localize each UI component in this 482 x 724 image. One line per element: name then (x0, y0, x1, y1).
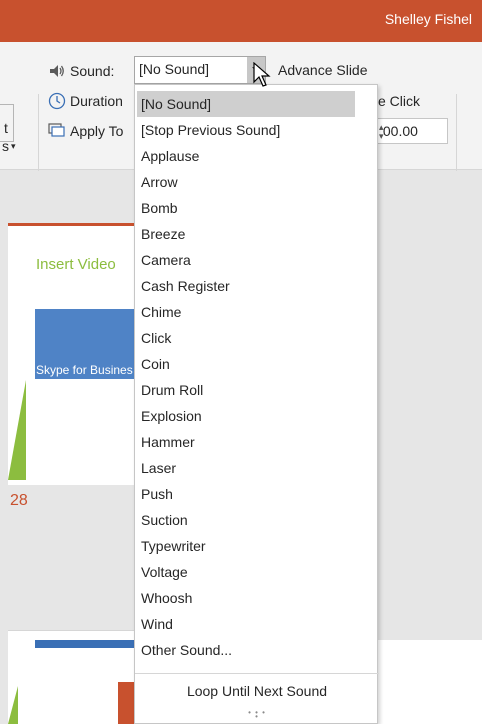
sound-option[interactable]: Cash Register (141, 273, 355, 299)
sound-label-row: Sound: (48, 62, 114, 80)
slide2-orange-graphic (118, 682, 134, 724)
spinner-icon[interactable]: ▴ ▾ (379, 123, 443, 141)
sound-option[interactable]: Click (141, 325, 355, 351)
sound-select[interactable]: [No Sound] (134, 56, 266, 84)
sound-option[interactable]: Arrow (141, 169, 355, 195)
on-click-label: e Click (378, 93, 421, 109)
sound-select-value: [No Sound] (139, 61, 210, 77)
slide2-green-graphic (8, 686, 18, 724)
resize-grip-icon[interactable]: • • • • (247, 709, 267, 721)
advance-slide-label: Advance Slide (278, 62, 368, 78)
ribbon-left-partial-1: t (4, 120, 8, 136)
sound-dropdown-list: [No Sound] [Stop Previous Sound] Applaus… (134, 84, 379, 724)
slide-number: 28 (10, 492, 28, 509)
left-partial-text-2: s (2, 138, 9, 154)
speaker-icon (48, 62, 66, 80)
apply-to-all-icon (48, 122, 66, 140)
sound-option[interactable]: Voltage (141, 559, 355, 585)
sound-option[interactable]: Chime (141, 299, 355, 325)
duration-row: Duration (48, 92, 123, 110)
sound-option[interactable]: Whoosh (141, 585, 355, 611)
clock-icon (48, 92, 66, 110)
sound-label: Sound: (70, 63, 115, 79)
sound-option[interactable]: [No Sound] (137, 91, 355, 117)
loop-until-next-sound-option[interactable]: Loop Until Next Sound (135, 678, 379, 704)
sound-option[interactable]: Laser (141, 455, 355, 481)
dropdown-divider (135, 673, 379, 674)
sound-option[interactable]: Hammer (141, 429, 355, 455)
sound-option[interactable]: Camera (141, 247, 355, 273)
slide2-toolbar-graphic (35, 640, 134, 648)
user-name[interactable]: Shelley Fishel (385, 11, 472, 27)
sound-option[interactable]: Applause (141, 143, 355, 169)
sound-option[interactable]: Explosion (141, 403, 355, 429)
advance-slide-label-row: Advance Slide (278, 62, 368, 78)
slide-thumbnail-title: Insert Video (36, 256, 116, 273)
apply-to-all-button[interactable]: Apply To (48, 122, 123, 140)
mouse-cursor-icon (253, 62, 271, 87)
duration-label: Duration (70, 93, 123, 109)
title-bar: Shelley Fishel (0, 0, 482, 42)
slide-thumbnail-caption: Skype for Busines (36, 363, 133, 377)
other-sound-option[interactable]: Other Sound... (141, 637, 355, 663)
sound-option[interactable]: [Stop Previous Sound] (141, 117, 355, 143)
ribbon-left-partial-2[interactable]: s ▾ (2, 138, 16, 154)
sound-option[interactable]: Typewriter (141, 533, 355, 559)
slide-canvas (378, 640, 482, 724)
slide-decoration (8, 380, 26, 480)
sound-option[interactable]: Push (141, 481, 355, 507)
powerpoint-window: Shelley Fishel t s ▾ Sound: Duration App… (0, 0, 482, 724)
sound-option[interactable]: Coin (141, 351, 355, 377)
sound-option[interactable]: Breeze (141, 221, 355, 247)
sound-option[interactable]: Drum Roll (141, 377, 355, 403)
after-time-input[interactable]: :00.00 ▴ ▾ (374, 118, 448, 144)
sound-option[interactable]: Bomb (141, 195, 355, 221)
left-partial-text-1: t (4, 120, 8, 136)
apply-to-all-label: Apply To (70, 123, 124, 139)
sound-option[interactable]: Suction (141, 507, 355, 533)
chevron-down-icon: ▾ (11, 140, 16, 151)
sound-option[interactable]: Wind (141, 611, 355, 637)
on-mouse-click-row[interactable]: e Click (378, 93, 420, 109)
